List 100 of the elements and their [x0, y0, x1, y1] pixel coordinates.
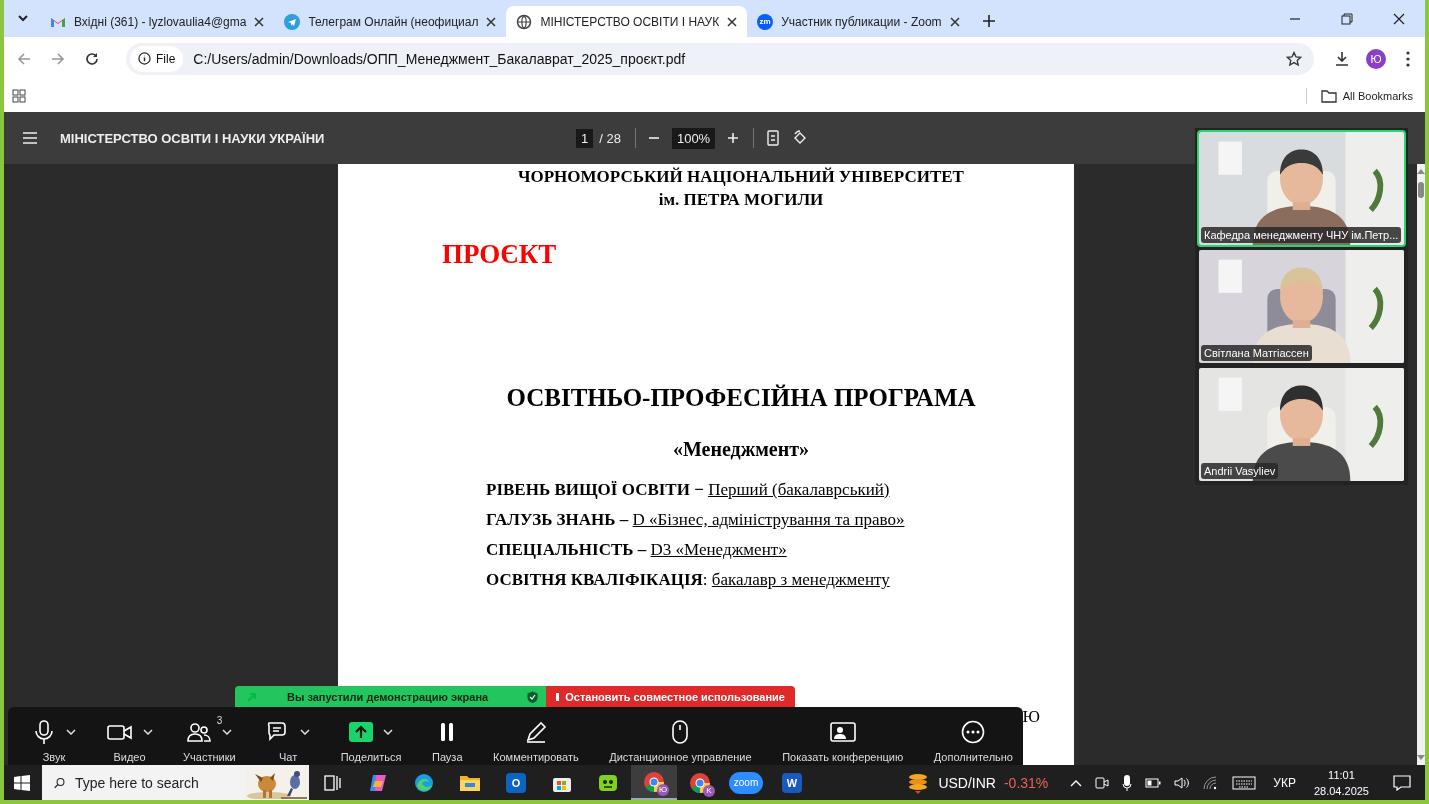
taskbar-app[interactable]: Ю [631, 765, 677, 800]
video-tile[interactable]: Andrii Vasyliev [1197, 366, 1406, 483]
taskbar-app[interactable]: K [677, 765, 723, 800]
program-detail: ГАЛУЗЬ ЗНАНЬ – D «Бізнес, адміністрування та право» [486, 510, 905, 529]
menu-icon[interactable] [1406, 50, 1410, 67]
back-icon[interactable] [16, 50, 32, 67]
program-detail: СПЕЦІАЛЬНІСТЬ – D3 «Менеджмент» [486, 540, 787, 559]
search-field[interactable]: Type here to search [75, 774, 245, 791]
reload-icon[interactable] [84, 50, 100, 67]
page-number-field[interactable]: 1 [576, 128, 594, 148]
caret-icon[interactable] [383, 729, 394, 735]
taskbar-app[interactable]: O [493, 765, 539, 800]
paper-plane-icon [284, 13, 301, 30]
taskbar-app[interactable]: W [769, 765, 815, 800]
caret-icon[interactable] [66, 729, 76, 735]
apps-grid-icon[interactable] [12, 89, 26, 103]
clock-date[interactable]: 28.04.2025 [1313, 782, 1369, 799]
caret-icon[interactable] [300, 729, 311, 735]
meeting-control[interactable]: Пауза [431, 707, 463, 765]
meeting-control[interactable]: Поделиться [340, 707, 402, 765]
arrow-icon [247, 691, 257, 702]
chevron-down-icon [17, 12, 29, 24]
caret-icon[interactable] [222, 729, 233, 735]
page-text: Ю [1022, 707, 1040, 726]
stop-sharing-button[interactable]: Остановить совместное использование [546, 686, 795, 707]
browser-tab[interactable]: Телеграм Онлайн (неофициал [274, 6, 507, 37]
meeting-control[interactable]: 3 Участники [183, 707, 236, 765]
clock-time[interactable]: 11:01 [1328, 766, 1355, 783]
keyboard-icon[interactable] [1232, 775, 1257, 790]
scrollbar[interactable] [1417, 164, 1425, 765]
scroll-down-icon[interactable] [1417, 755, 1425, 761]
program-detail: РІВЕНЬ ВИЩОЇ ОСВІТИ − Перший (бакалаврський) [486, 480, 890, 499]
scroll-up-icon[interactable] [1417, 168, 1425, 174]
browser-tab[interactable]: Вхідні (361) - lyzlovaulia4@gma [40, 6, 275, 37]
close-icon[interactable] [254, 16, 265, 27]
program-detail: ОСВІТНЯ КВАЛІФІКАЦІЯ: бакалавр з менеджменту [486, 570, 890, 589]
browser-tab[interactable]: МІНІСТЕРСТВО ОСВІТИ І НАУК [506, 6, 748, 37]
document-title: МІНІСТЕРСТВО ОСВІТИ І НАУКИ УКРАЇНИ [60, 130, 326, 146]
meeting-control[interactable]: Дополнительно [933, 707, 1013, 765]
battery-icon[interactable] [1145, 777, 1162, 788]
mouse-icon [671, 720, 690, 744]
notifications-icon[interactable] [1393, 774, 1411, 791]
share-screen-icon [349, 722, 374, 742]
input-language[interactable]: УКР [1273, 775, 1296, 790]
meeting-control[interactable]: Видео [106, 707, 153, 765]
zoom-favicon: zm [757, 13, 774, 30]
university-name: ім. ПЕТРА МОГИЛИ [657, 189, 825, 211]
meeting-control[interactable]: Дистанционное управление [609, 707, 752, 765]
program-title: ОСВІТНЬО-ПРОФЕСІЙНА ПРОГРАМА [506, 384, 976, 411]
site-info-chip[interactable]: File [130, 45, 184, 72]
speaker-icon[interactable] [1174, 775, 1191, 790]
info-icon [138, 52, 151, 65]
zoom-level-field[interactable]: 100% [671, 127, 716, 149]
microphone-icon[interactable] [1122, 773, 1133, 792]
download-icon[interactable] [1334, 50, 1350, 67]
new-tab-icon[interactable] [981, 14, 996, 28]
address-bar[interactable]: File C:/Users/admin/Downloads/ОПП_Менеджмент_Бакалаврат_2025_проєкт.pdf [126, 42, 1314, 75]
participant-name: Andrii Vasyliev [1201, 463, 1279, 479]
meeting-control[interactable]: Чат [266, 707, 311, 765]
participant-name: Світлана Матгіассен [1201, 345, 1312, 361]
more-icon [961, 720, 986, 744]
chevron-up-icon[interactable] [1070, 778, 1083, 787]
browser-tab[interactable]: zm Участник публикации - Zoom [747, 6, 970, 37]
close-icon[interactable] [486, 16, 497, 27]
close-icon[interactable] [1393, 13, 1405, 25]
currency-change[interactable]: -0.31% [1003, 774, 1049, 791]
task-view-icon [322, 772, 342, 793]
menu-icon[interactable] [22, 132, 38, 144]
forward-icon[interactable] [50, 50, 66, 67]
participant-name: Кафедра менеджменту ЧНУ ім.Петр... [1201, 227, 1402, 243]
meeting-control[interactable]: Звук [32, 707, 76, 765]
meeting-view-icon [829, 721, 856, 743]
shield-icon [527, 690, 538, 703]
folder-icon [1320, 89, 1337, 103]
people-icon [186, 721, 213, 743]
profile-avatar[interactable]: Ю [1366, 48, 1386, 69]
star-icon[interactable] [1286, 50, 1302, 67]
caret-icon[interactable] [142, 729, 153, 735]
meeting-control[interactable]: Показать конференцию [782, 707, 904, 765]
globe-icon [516, 13, 533, 30]
close-icon[interactable] [949, 16, 960, 27]
currency-pair[interactable]: USD/INR [938, 774, 996, 791]
sharing-status-text: Вы запустили демонстрацию экрана [287, 690, 490, 703]
search-bar[interactable]: Type here to search [42, 765, 309, 800]
close-icon[interactable] [727, 16, 738, 27]
video-tile[interactable]: Кафедра менеджменту ЧНУ ім.Петр... [1197, 130, 1406, 247]
draft-label: ПРОЄКТ [442, 239, 557, 269]
fit-page-icon[interactable] [766, 130, 781, 146]
camera-icon[interactable] [1095, 774, 1110, 791]
zoom-in-icon[interactable] [727, 132, 740, 144]
word-icon: W [782, 772, 802, 793]
page-count: / 28 [599, 130, 621, 146]
start-icon[interactable] [14, 774, 30, 791]
scroll-thumb[interactable] [1418, 182, 1424, 198]
pause-icon [439, 722, 456, 742]
meeting-control[interactable]: Комментировать [493, 707, 579, 765]
all-bookmarks-button[interactable]: All Bookmarks [1320, 89, 1413, 103]
microphone-icon [32, 719, 56, 745]
restore-icon[interactable] [1341, 13, 1353, 25]
video-tile[interactable]: Світлана Матгіассен [1197, 248, 1406, 365]
